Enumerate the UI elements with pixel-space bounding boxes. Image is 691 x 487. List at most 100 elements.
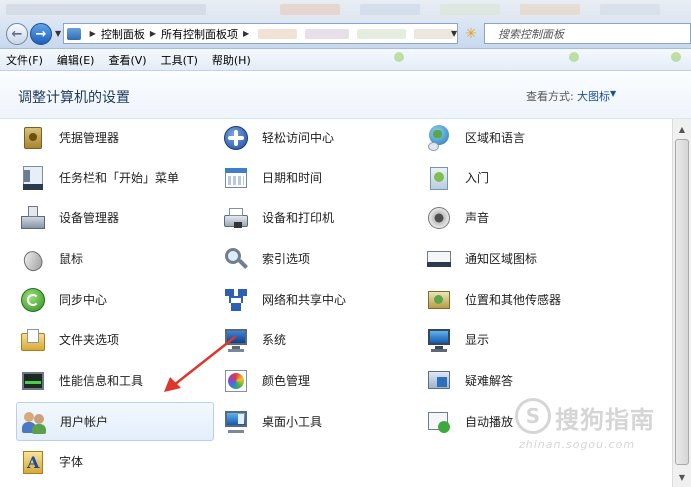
view-by-label: 查看方式:	[526, 90, 574, 103]
menu-tools[interactable]: 工具(T)	[161, 52, 198, 68]
back-button[interactable]: ←	[6, 23, 28, 45]
region-language-icon	[425, 124, 453, 152]
item-label: 入门	[465, 171, 490, 185]
credential-manager-icon	[19, 124, 47, 152]
menu-help[interactable]: 帮助(H)	[212, 52, 251, 68]
item-region-language[interactable]: 区域和语言	[422, 119, 618, 156]
chevron-right-icon[interactable]: ▶	[150, 29, 156, 38]
folder-options-icon	[19, 326, 47, 354]
item-display[interactable]: 显示	[422, 321, 618, 358]
breadcrumb-all-items[interactable]: 所有控制面板项	[161, 26, 238, 42]
item-sound[interactable]: 声音	[422, 199, 618, 236]
item-fonts[interactable]: A 字体	[16, 443, 212, 480]
taskbar-start-menu-icon	[19, 164, 47, 192]
scroll-up-icon[interactable]: ▲	[674, 121, 690, 137]
search-placeholder: 搜索控制面板	[498, 27, 564, 41]
menu-view[interactable]: 查看(V)	[108, 52, 146, 68]
arrow-left-icon: ←	[11, 26, 23, 42]
forward-button[interactable]: →	[30, 23, 52, 45]
item-location-sensors[interactable]: 位置和其他传感器	[422, 281, 618, 318]
item-label: 设备和打印机	[262, 211, 335, 225]
location-sensors-icon	[425, 286, 453, 314]
performance-tools-icon	[19, 367, 47, 395]
item-system[interactable]: 系统	[219, 321, 415, 358]
item-device-manager[interactable]: 设备管理器	[16, 199, 212, 236]
menu-bar: 文件(F) 编辑(E) 查看(V) 工具(T) 帮助(H)	[0, 49, 691, 71]
item-troubleshooting[interactable]: 疑难解答	[422, 362, 618, 399]
scroll-thumb[interactable]	[675, 139, 689, 465]
decoration-leaf-icon	[671, 52, 681, 62]
item-label: 用户帐户	[60, 415, 109, 429]
menu-file[interactable]: 文件(F)	[6, 52, 43, 68]
item-folder-options[interactable]: 文件夹选项	[16, 321, 212, 358]
watermark-url: zhinan.sogou.com	[519, 438, 636, 451]
chevron-right-icon[interactable]: ▶	[243, 29, 249, 38]
item-label: 索引选项	[262, 252, 311, 266]
item-credential-manager[interactable]: 凭据管理器	[16, 119, 212, 156]
blurred-segment	[413, 28, 453, 39]
search-input[interactable]: 搜索控制面板	[484, 23, 691, 44]
arrow-right-icon: →	[35, 26, 47, 42]
autoplay-icon	[425, 408, 453, 436]
history-dropdown-icon[interactable]: ▼	[55, 29, 61, 38]
item-label: 区域和语言	[465, 131, 526, 145]
sound-icon	[425, 204, 453, 232]
control-panel-icon	[67, 27, 81, 40]
fonts-icon: A	[19, 448, 47, 476]
item-label: 通知区域图标	[465, 252, 538, 266]
item-label: 疑难解答	[465, 374, 514, 388]
refresh-icon[interactable]: ✳	[462, 25, 480, 43]
item-network-sharing[interactable]: 网络和共享中心	[219, 281, 415, 318]
item-label: 凭据管理器	[59, 131, 120, 145]
blurred-segment	[357, 28, 406, 39]
date-time-icon	[222, 164, 250, 192]
item-label: 字体	[59, 455, 84, 469]
system-icon	[222, 326, 250, 354]
item-performance-tools[interactable]: 性能信息和工具	[16, 362, 212, 399]
watermark-text: 搜狗指南	[555, 406, 655, 434]
breadcrumb-control-panel[interactable]: 控制面板	[101, 26, 145, 42]
sogou-logo-icon: S	[515, 398, 551, 434]
item-label: 显示	[465, 333, 490, 347]
page-title: 调整计算机的设置	[18, 90, 130, 106]
item-getting-started[interactable]: 入门	[422, 159, 618, 196]
indexing-options-icon	[222, 245, 250, 273]
item-color-management[interactable]: 颜色管理	[219, 362, 415, 399]
address-dropdown-icon[interactable]: ▼	[451, 29, 457, 38]
address-bar[interactable]: ▶ 控制面板 ▶ 所有控制面板项 ▶	[63, 23, 458, 44]
chevron-down-icon[interactable]: ▼	[610, 89, 616, 98]
device-manager-icon	[19, 204, 47, 232]
item-label: 声音	[465, 211, 490, 225]
blurred-tab	[520, 4, 580, 15]
item-user-accounts[interactable]: 用户帐户	[16, 402, 214, 441]
item-label: 位置和其他传感器	[465, 293, 562, 307]
blurred-url	[6, 4, 206, 15]
item-label: 同步中心	[59, 293, 108, 307]
item-label: 系统	[262, 333, 287, 347]
item-mouse[interactable]: 鼠标	[16, 240, 212, 277]
display-icon	[425, 326, 453, 354]
item-label: 任务栏和「开始」菜单	[59, 171, 180, 185]
item-devices-printers[interactable]: 设备和打印机	[219, 199, 415, 236]
item-label: 桌面小工具	[262, 415, 323, 429]
item-notification-area[interactable]: 通知区域图标	[422, 240, 618, 277]
chevron-right-icon[interactable]: ▶	[90, 29, 96, 38]
item-taskbar-start-menu[interactable]: 任务栏和「开始」菜单	[16, 159, 212, 196]
item-sync-center[interactable]: 同步中心	[16, 281, 212, 318]
decoration-leaf-icon	[394, 52, 404, 62]
item-ease-of-access[interactable]: 轻松访问中心	[219, 119, 415, 156]
item-indexing-options[interactable]: 索引选项	[219, 240, 415, 277]
item-desktop-gadgets[interactable]: 桌面小工具	[219, 403, 415, 440]
scroll-down-icon[interactable]: ▼	[674, 469, 690, 485]
content-header: 调整计算机的设置 查看方式: 大图标 ▼	[0, 72, 691, 119]
blurred-tab	[440, 4, 500, 15]
network-sharing-icon	[222, 286, 250, 314]
address-toolbar: ← → ▼ ▶ 控制面板 ▶ 所有控制面板项 ▶ ▼ ✳ 搜索控制面板	[0, 20, 691, 49]
blurred-segment	[258, 28, 298, 39]
sync-center-icon	[19, 286, 47, 314]
item-label: 颜色管理	[262, 374, 311, 388]
menu-edit[interactable]: 编辑(E)	[57, 52, 95, 68]
item-date-time[interactable]: 日期和时间	[219, 159, 415, 196]
view-by-selector[interactable]: 大图标	[577, 88, 610, 104]
blurred-segment	[305, 28, 350, 39]
